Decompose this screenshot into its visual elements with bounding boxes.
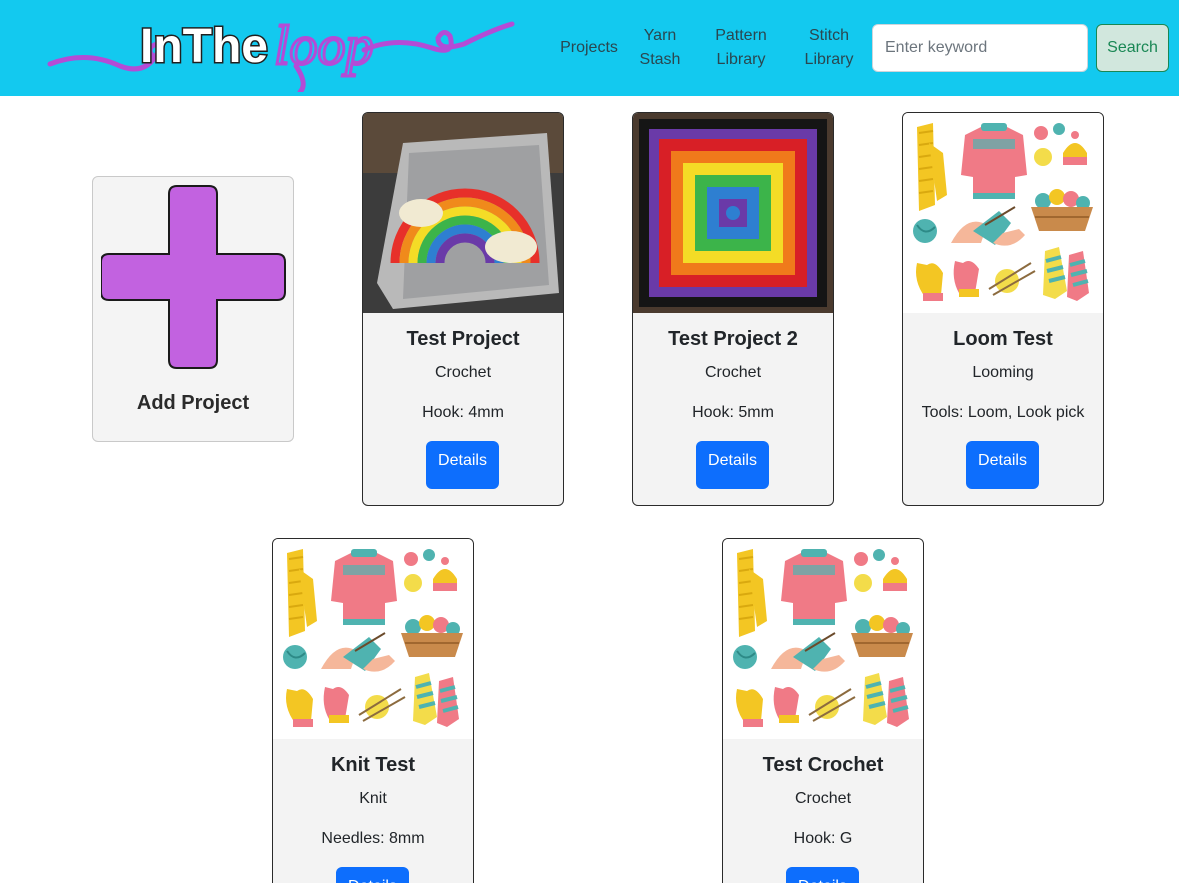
project-title: Loom Test	[953, 328, 1053, 350]
nav-projects[interactable]: Projects	[560, 36, 618, 60]
project-craft: Crochet	[704, 364, 762, 381]
project-card: Knit Test Knit Needles: 8mm Details	[272, 538, 474, 883]
project-card: Test Project 2 Crochet Hook: 5mm Details	[632, 112, 834, 506]
details-button[interactable]: Details	[426, 441, 499, 489]
search-input[interactable]	[872, 24, 1088, 72]
project-card: Test Crochet Crochet Hook: G Details	[722, 538, 924, 883]
nav-stitch-library-line2: Library	[804, 51, 854, 68]
plus-icon	[101, 185, 286, 369]
logo-text-2: loop	[274, 15, 374, 77]
project-title: Knit Test	[330, 754, 416, 776]
project-image-knitting-illustration	[273, 539, 473, 739]
nav-stitch-library[interactable]: Stitch Library	[796, 24, 862, 72]
add-project-card[interactable]: Add Project	[92, 176, 294, 442]
navbar: InThe loop Projects Yarn Stash Pattern L…	[0, 0, 1179, 96]
details-button[interactable]: Details	[786, 867, 859, 883]
details-button[interactable]: Details	[696, 441, 769, 489]
nav-pattern-library-line2: Library	[716, 51, 766, 68]
nav-stitch-library-line1: Stitch	[808, 27, 849, 44]
search-button[interactable]: Search	[1096, 24, 1169, 72]
project-image-knitting-illustration	[903, 113, 1103, 313]
project-image-knitting-illustration	[723, 539, 923, 739]
project-tool: Hook: G	[793, 830, 853, 847]
nav-yarn-stash-line2: Stash	[639, 51, 681, 68]
project-craft: Knit	[359, 790, 387, 807]
nav-yarn-stash-line1: Yarn	[643, 27, 677, 44]
project-tool: Hook: 4mm	[422, 404, 504, 421]
project-tool: Tools: Loom, Look pick	[921, 404, 1085, 421]
logo[interactable]: InThe loop	[46, 6, 516, 92]
project-card: Loom Test Looming Tools: Loom, Look pick…	[902, 112, 1104, 506]
project-craft: Looming	[972, 364, 1034, 381]
project-craft: Crochet	[434, 364, 492, 381]
project-craft: Crochet	[794, 790, 852, 807]
project-image-rainbow-granny-square	[363, 113, 563, 313]
project-title: Test Project 2	[668, 328, 798, 350]
details-button[interactable]: Details	[966, 441, 1039, 489]
project-tool: Needles: 8mm	[321, 830, 425, 847]
nav-pattern-library[interactable]: Pattern Library	[706, 24, 776, 72]
nav-yarn-stash[interactable]: Yarn Stash	[632, 24, 688, 72]
project-card: Test Project Crochet Hook: 4mm Details	[362, 112, 564, 506]
logo-text-1: InThe	[140, 20, 268, 73]
project-title: Test Project	[406, 328, 520, 350]
project-image-granny-square	[633, 113, 833, 313]
nav-projects-label: Projects	[560, 39, 618, 56]
project-tool: Hook: 5mm	[692, 404, 774, 421]
nav-pattern-library-line1: Pattern	[715, 27, 767, 44]
project-title: Test Crochet	[762, 754, 884, 776]
details-button[interactable]: Details	[336, 867, 409, 883]
add-project-label: Add Project	[136, 392, 250, 414]
